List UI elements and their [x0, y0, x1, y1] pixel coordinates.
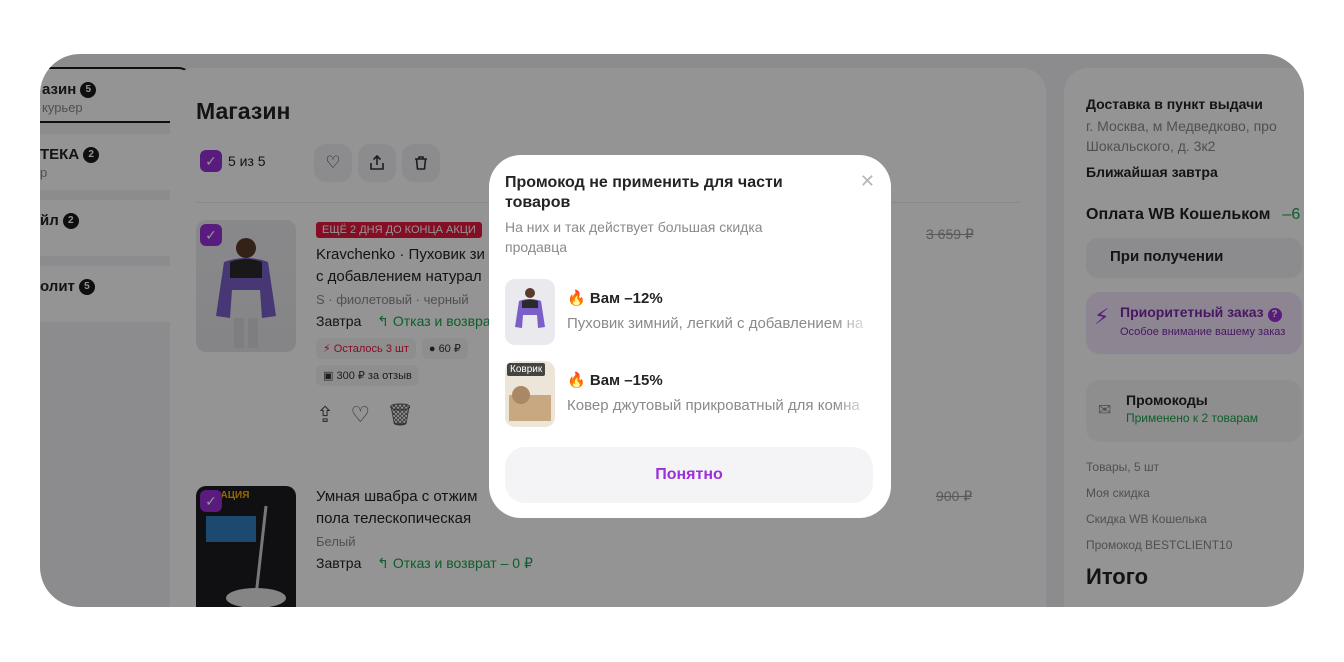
jacket-photo	[515, 288, 545, 328]
dialog-item: Коврик 🔥 Вам –15% Ковер джутовый прикров…	[505, 361, 875, 427]
fire-icon: 🔥	[567, 290, 586, 307]
dialog-title: Промокод не применить для части товаров	[505, 174, 783, 211]
promo-dialog: Промокод не применить для части товаров …	[489, 155, 891, 518]
dialog-item: 🔥 Вам –12% Пуховик зимний, легкий с доба…	[505, 279, 875, 345]
item-thumbnail: Коврик	[505, 361, 555, 427]
discount-label: Вам –12%	[589, 290, 663, 307]
ok-button[interactable]: Понятно	[505, 447, 873, 503]
item-thumbnail	[505, 279, 555, 345]
item-discount: 🔥 Вам –12%	[567, 289, 663, 307]
discount-label: Вам –15%	[589, 372, 663, 389]
close-icon[interactable]: ✕	[860, 171, 875, 192]
item-name: Пуховик зимний, легкий с добавлением на	[567, 315, 875, 332]
app-frame: азин 5 курьер ТЕКА 2 р йл 2 олит 5 Магазин ✓…	[40, 54, 1304, 607]
item-name: Ковер джутовый прикроватный для комна	[567, 397, 875, 414]
fire-icon: 🔥	[567, 372, 586, 389]
item-discount: 🔥 Вам –15%	[567, 371, 663, 389]
thumb-label: Коврик	[507, 363, 546, 376]
dialog-subtitle: На них и так действует большая скидка пр…	[505, 219, 763, 255]
